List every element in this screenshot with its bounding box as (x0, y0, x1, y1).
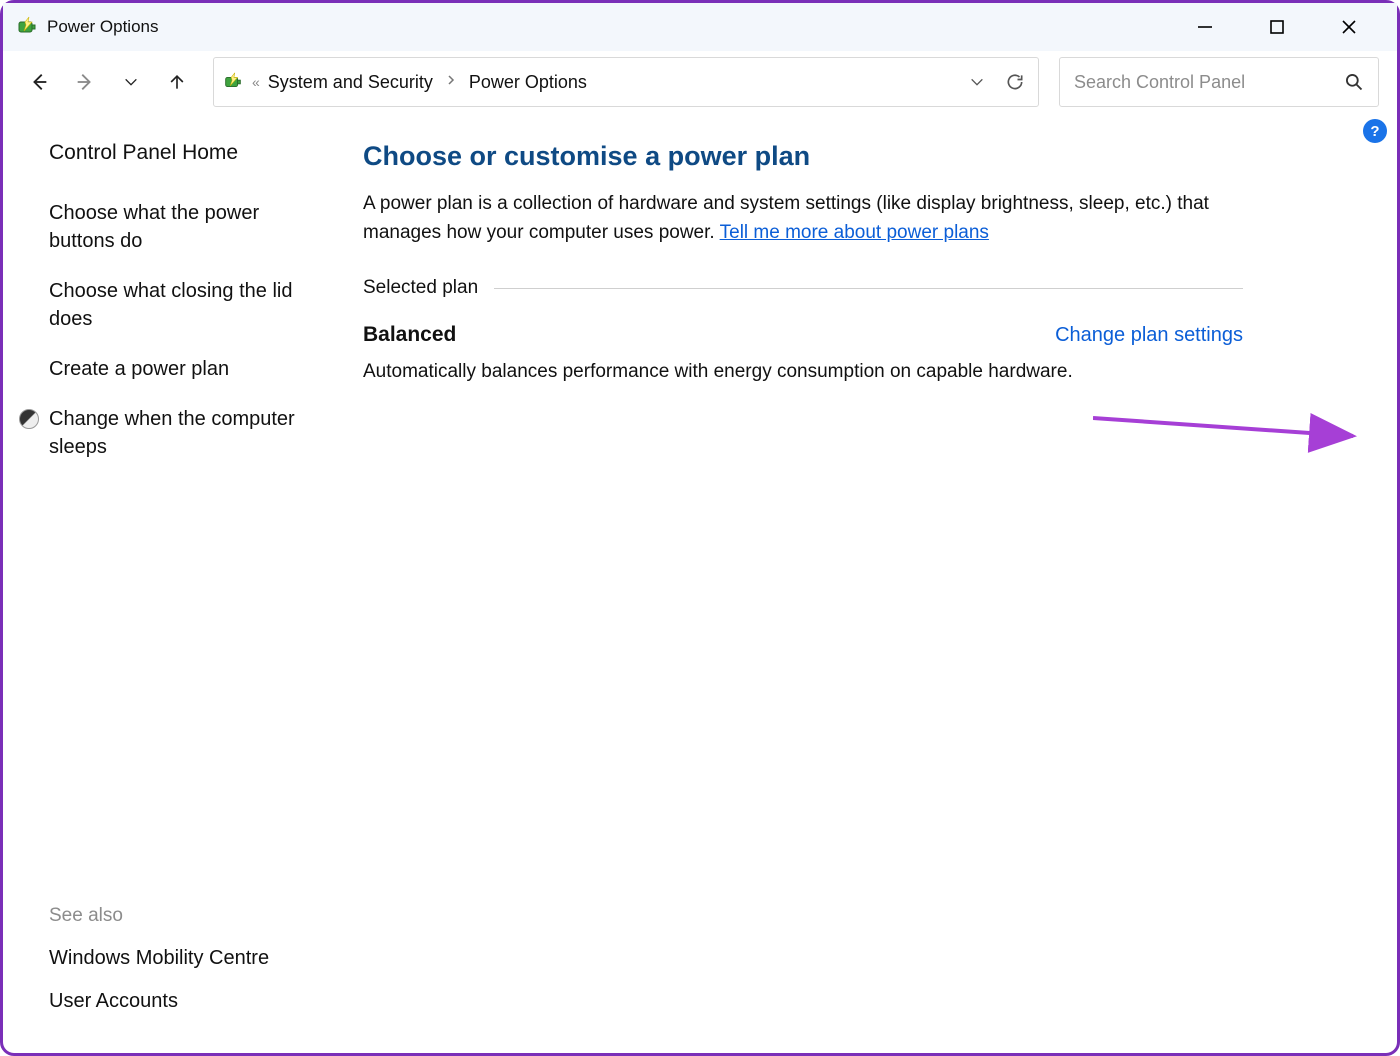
sidebar-link-computer-sleeps[interactable]: Change when the computer sleeps (49, 405, 319, 461)
power-options-icon (222, 71, 244, 93)
chevron-right-icon[interactable] (441, 73, 461, 91)
sidebar-link-closing-lid[interactable]: Choose what closing the lid does (49, 277, 319, 333)
page-title: Choose or customise a power plan (363, 141, 1357, 172)
breadcrumb-overflow-icon[interactable]: « (252, 74, 260, 90)
window-title: Power Options (47, 17, 159, 37)
power-options-icon (15, 15, 39, 39)
section-divider (494, 288, 1243, 289)
minimize-button[interactable] (1187, 9, 1223, 45)
plan-description: Automatically balances performance with … (363, 361, 1243, 383)
see-also-user-accounts[interactable]: User Accounts (49, 990, 319, 1013)
address-bar[interactable]: « System and Security Power Options (213, 57, 1039, 107)
selected-plan-section: Selected plan Balanced Change plan setti… (363, 277, 1357, 383)
sidebar-link-power-buttons[interactable]: Choose what the power buttons do (49, 199, 319, 255)
maximize-button[interactable] (1259, 9, 1295, 45)
help-icon[interactable]: ? (1363, 119, 1387, 143)
close-button[interactable] (1331, 9, 1367, 45)
address-dropdown-button[interactable] (962, 67, 992, 97)
see-also-heading: See also (49, 905, 319, 927)
back-button[interactable] (21, 64, 57, 100)
tell-me-more-link[interactable]: Tell me more about power plans (720, 222, 989, 243)
search-icon (1344, 72, 1364, 92)
up-button[interactable] (159, 64, 195, 100)
search-input[interactable] (1074, 72, 1344, 93)
section-title: Selected plan (363, 277, 478, 299)
sidebar: Control Panel Home Choose what the power… (3, 113, 343, 1053)
change-plan-settings-link[interactable]: Change plan settings (1055, 324, 1243, 347)
breadcrumb-parent[interactable]: System and Security (268, 72, 433, 93)
content-area: Control Panel Home Choose what the power… (3, 113, 1397, 1053)
navbar: « System and Security Power Options (3, 51, 1397, 113)
main-panel: ? Choose or customise a power plan A pow… (343, 113, 1397, 1053)
control-panel-home-link[interactable]: Control Panel Home (49, 141, 319, 165)
refresh-button[interactable] (1000, 67, 1030, 97)
titlebar: Power Options (3, 3, 1397, 51)
window-controls (1187, 9, 1385, 45)
breadcrumb-current[interactable]: Power Options (469, 72, 587, 93)
search-box[interactable] (1059, 57, 1379, 107)
sidebar-link-create-plan[interactable]: Create a power plan (49, 355, 319, 383)
recent-locations-button[interactable] (113, 64, 149, 100)
see-also-mobility-centre[interactable]: Windows Mobility Centre (49, 947, 319, 970)
annotation-arrow-icon (1093, 408, 1383, 468)
plan-name: Balanced (363, 323, 456, 347)
forward-button[interactable] (67, 64, 103, 100)
page-description: A power plan is a collection of hardware… (363, 190, 1223, 247)
